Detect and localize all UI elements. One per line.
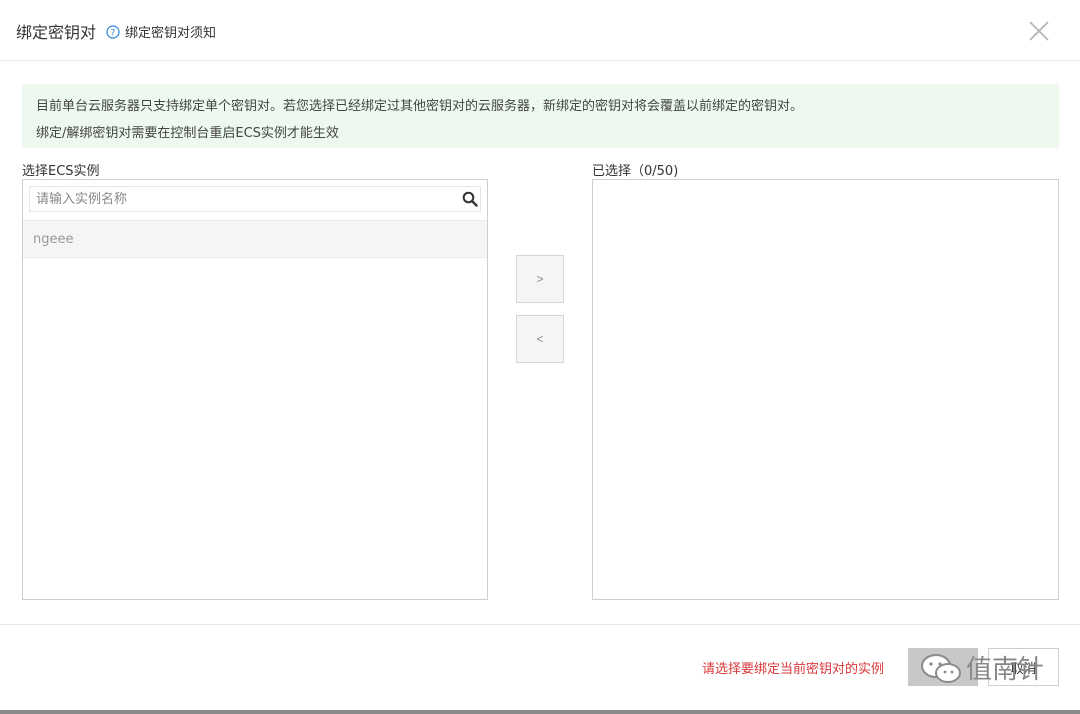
move-right-button[interactable]: > [516, 255, 564, 303]
instance-name: ngeee [33, 232, 74, 247]
keypair-help-link[interactable]: 绑定密钥对须知 [125, 22, 216, 41]
confirm-button[interactable]: 确定 [908, 648, 978, 686]
ecs-instance-list: ngeee [22, 179, 488, 600]
dialog-title: 绑定密钥对 [16, 23, 97, 42]
instance-list-item[interactable]: ngeee [23, 220, 487, 258]
notice-line-1: 目前单台云服务器只支持绑定单个密钥对。若您选择已经绑定过其他密钥对的云服务器，新… [36, 99, 804, 114]
cancel-button[interactable]: 取消 [988, 648, 1059, 686]
move-left-button[interactable]: < [516, 315, 564, 363]
bind-keypair-dialog: 绑定密钥对 ? 绑定密钥对须知 目前单台云服务器只支持绑定单个密钥对。若您选择已… [0, 0, 1080, 714]
notice-banner: 目前单台云服务器只支持绑定单个密钥对。若您选择已经绑定过其他密钥对的云服务器，新… [22, 84, 1059, 148]
notice-line-2: 绑定/解绑密钥对需要在控制台重启ECS实例才能生效 [36, 126, 339, 141]
bottom-edge [0, 710, 1080, 714]
question-circle-icon[interactable]: ? [106, 25, 120, 39]
selected-label: 已选择（0/50) [592, 164, 679, 179]
instance-search-box [29, 186, 481, 212]
dialog-header: 绑定密钥对 ? 绑定密钥对须知 [0, 0, 1080, 61]
close-icon[interactable] [1028, 20, 1050, 42]
footer-divider [0, 624, 1080, 625]
instance-search-input[interactable] [30, 187, 450, 211]
svg-text:?: ? [111, 29, 116, 39]
ecs-instance-label: 选择ECS实例 [22, 164, 100, 179]
selection-warning: 请选择要绑定当前密钥对的实例 [702, 662, 885, 677]
selected-instance-list [592, 179, 1059, 600]
search-icon[interactable] [462, 191, 478, 207]
